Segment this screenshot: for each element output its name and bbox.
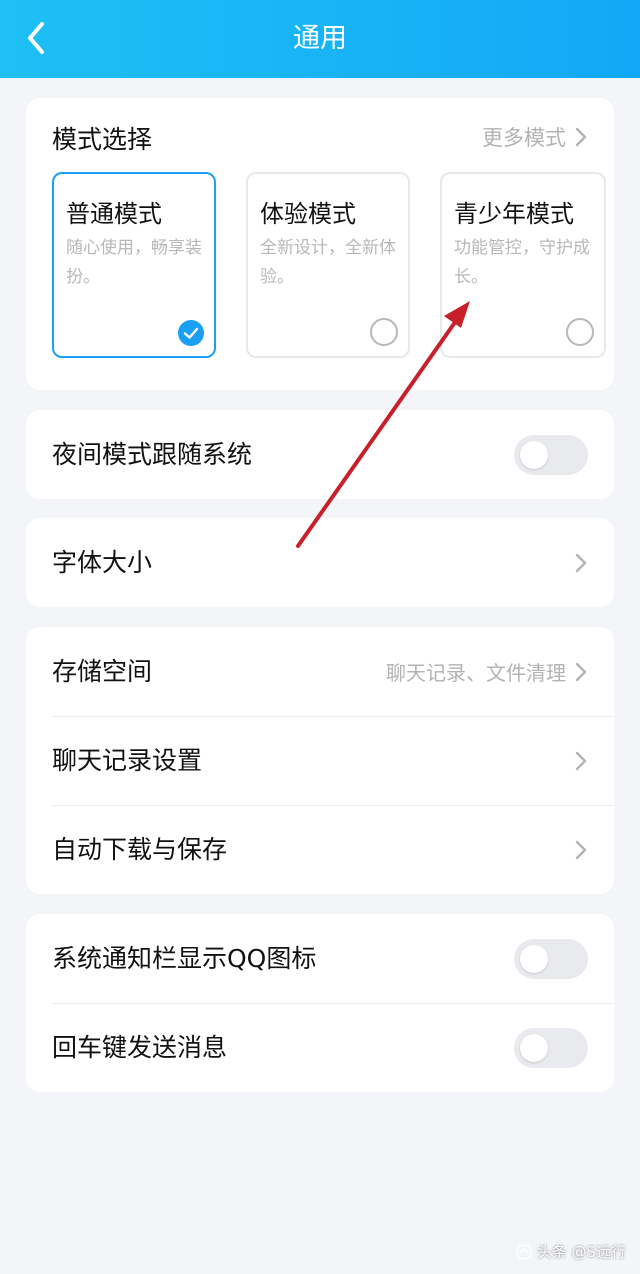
watermark-text: 头条 @S远行 — [536, 1243, 626, 1261]
annotation-arrow — [296, 301, 470, 548]
toutiao-logo-icon — [515, 1243, 532, 1260]
watermark: 头条 @S远行 — [515, 1241, 626, 1262]
